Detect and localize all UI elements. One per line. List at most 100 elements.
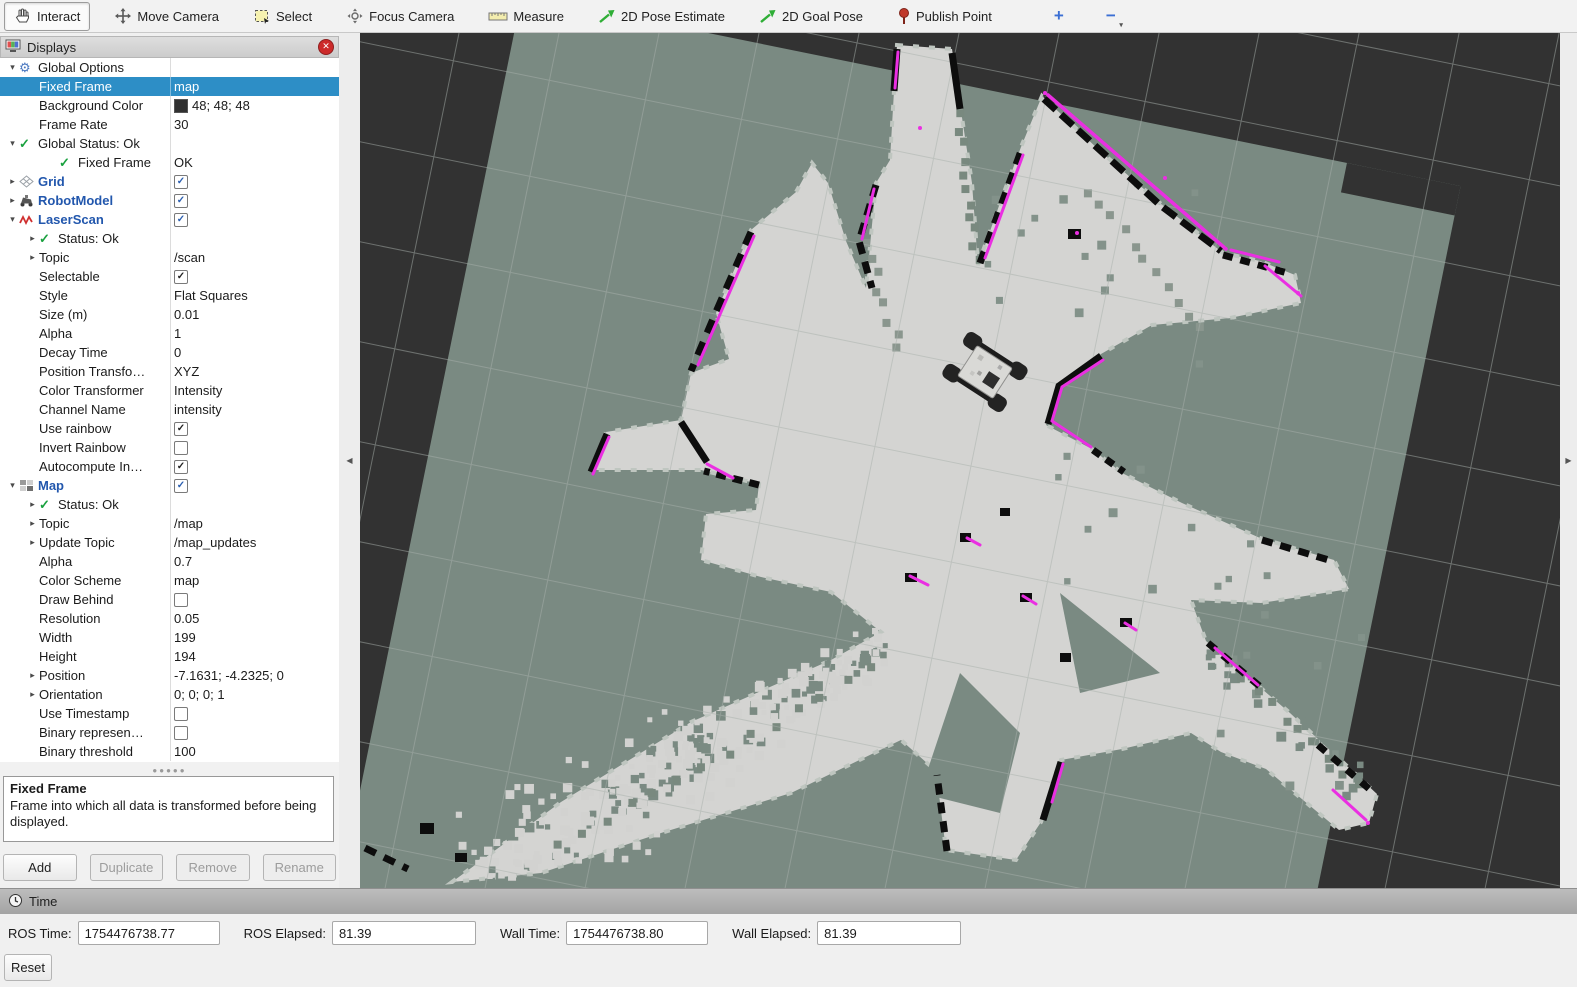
property-value-cell[interactable]: 0; 0; 0; 1 (170, 685, 339, 704)
tree-row-draw-behind[interactable]: Draw Behind (0, 590, 339, 609)
expander-right-icon[interactable]: ▸ (26, 670, 39, 681)
tree-row-style[interactable]: StyleFlat Squares (0, 286, 339, 305)
property-value-cell[interactable]: 100 (170, 742, 339, 761)
tree-row-channel-name[interactable]: Channel Nameintensity (0, 400, 339, 419)
property-value-cell[interactable]: XYZ (170, 362, 339, 381)
tree-row-color-transformer[interactable]: Color TransformerIntensity (0, 381, 339, 400)
expander-down-icon[interactable]: ▾ (6, 214, 19, 225)
property-value[interactable]: XYZ (174, 364, 199, 379)
tree-row-binary-represen[interactable]: Binary represen… (0, 723, 339, 742)
property-value[interactable]: 48; 48; 48 (192, 98, 250, 113)
tree-row-use-timestamp[interactable]: Use Timestamp (0, 704, 339, 723)
property-value[interactable]: 30 (174, 117, 188, 132)
tree-row-laserscan[interactable]: ▾LaserScan✓ (0, 210, 339, 229)
property-value[interactable]: 0 (174, 345, 181, 360)
tool-button-move-camera[interactable]: Move Camera (104, 2, 229, 31)
property-value[interactable]: Flat Squares (174, 288, 248, 303)
tree-row-global-options[interactable]: ▾⚙Global Options (0, 58, 339, 77)
expander-right-icon[interactable]: ▸ (26, 499, 39, 510)
tree-row-status-ok[interactable]: ▸✓Status: Ok (0, 229, 339, 248)
tree-row-update-topic[interactable]: ▸Update Topic/map_updates (0, 533, 339, 552)
tree-row-position[interactable]: ▸Position-7.1631; -4.2325; 0 (0, 666, 339, 685)
property-value[interactable]: Intensity (174, 383, 222, 398)
property-value[interactable]: OK (174, 155, 193, 170)
property-value-cell[interactable]: 0.05 (170, 609, 339, 628)
expander-down-icon[interactable]: ▾ (6, 138, 19, 149)
expander-right-icon[interactable]: ▸ (26, 689, 39, 700)
tree-row-decay-time[interactable]: Decay Time0 (0, 343, 339, 362)
property-value-cell[interactable]: map (170, 571, 339, 590)
tree-row-alpha[interactable]: Alpha0.7 (0, 552, 339, 571)
property-value-cell[interactable]: 0.01 (170, 305, 339, 324)
dropdown-arrow-icon[interactable]: ▾ (1119, 21, 1123, 29)
checkbox-checked[interactable]: ✓ (174, 460, 188, 474)
tree-row-invert-rainbow[interactable]: Invert Rainbow (0, 438, 339, 457)
reset-button[interactable]: Reset (4, 954, 52, 981)
tree-row-orientation[interactable]: ▸Orientation0; 0; 0; 1 (0, 685, 339, 704)
checkbox-unchecked[interactable] (174, 593, 188, 607)
tree-row-resolution[interactable]: Resolution0.05 (0, 609, 339, 628)
expander-right-icon[interactable]: ▸ (6, 195, 19, 206)
ros-elapsed-input[interactable]: 81.39 (332, 921, 476, 945)
panel-resize-handle[interactable]: ●●●●● (0, 766, 339, 774)
tool-button-goal-pose[interactable]: 2D Goal Pose (749, 2, 873, 31)
property-value-cell[interactable]: 0 (170, 343, 339, 362)
property-value[interactable]: -7.1631; -4.2325; 0 (174, 668, 284, 683)
property-value[interactable]: 199 (174, 630, 196, 645)
displays-panel-header[interactable]: Displays ✕ (0, 36, 339, 58)
tree-row-size-m[interactable]: Size (m)0.01 (0, 305, 339, 324)
property-value[interactable]: 0; 0; 0; 1 (174, 687, 225, 702)
property-value[interactable]: 0.05 (174, 611, 199, 626)
property-value-cell[interactable]: /map_updates (170, 533, 339, 552)
tree-row-height[interactable]: Height194 (0, 647, 339, 666)
tree-row-binary-threshold[interactable]: Binary threshold100 (0, 742, 339, 761)
property-value-cell[interactable]: 30 (170, 115, 339, 134)
expander-right-icon[interactable]: ▸ (26, 252, 39, 263)
property-value[interactable]: /map_updates (174, 535, 256, 550)
remove-tool-button[interactable]: −▾ (1098, 3, 1124, 29)
property-value-cell[interactable]: OK (170, 153, 339, 172)
checkbox-unchecked[interactable] (174, 707, 188, 721)
checkbox-checked[interactable]: ✓ (174, 270, 188, 284)
property-value[interactable]: 194 (174, 649, 196, 664)
property-value[interactable]: intensity (174, 402, 222, 417)
property-value[interactable]: /scan (174, 250, 205, 265)
checkbox-unchecked[interactable] (174, 726, 188, 740)
tree-row-alpha[interactable]: Alpha1 (0, 324, 339, 343)
wall-elapsed-input[interactable]: 81.39 (817, 921, 961, 945)
checkbox-checked[interactable]: ✓ (174, 479, 188, 493)
tree-row-color-scheme[interactable]: Color Schememap (0, 571, 339, 590)
tree-row-topic[interactable]: ▸Topic/scan (0, 248, 339, 267)
property-value-cell[interactable]: 199 (170, 628, 339, 647)
tool-button-select[interactable]: Select (243, 2, 322, 31)
expander-down-icon[interactable]: ▾ (6, 480, 19, 491)
tree-row-autocompute-in[interactable]: Autocompute In…✓ (0, 457, 339, 476)
expander-right-icon[interactable]: ▸ (26, 537, 39, 548)
property-value[interactable]: 1 (174, 326, 181, 341)
left-splitter-handle[interactable]: ◀ (339, 33, 360, 888)
property-value-cell[interactable]: /scan (170, 248, 339, 267)
property-value[interactable]: /map (174, 516, 203, 531)
tree-row-fixed-frame[interactable]: Fixed Framemap (0, 77, 339, 96)
checkbox-unchecked[interactable] (174, 441, 188, 455)
right-splitter-handle[interactable]: ▶ (1560, 33, 1577, 888)
property-value[interactable]: map (174, 79, 199, 94)
tool-button-pose-estimate[interactable]: 2D Pose Estimate (588, 2, 735, 31)
property-value-cell[interactable]: 0.7 (170, 552, 339, 571)
checkbox-checked[interactable]: ✓ (174, 194, 188, 208)
time-panel-header[interactable]: Time (0, 888, 1577, 914)
add-button[interactable]: Add (3, 854, 77, 881)
3d-viewport[interactable] (360, 33, 1560, 888)
property-value-cell[interactable]: -7.1631; -4.2325; 0 (170, 666, 339, 685)
tree-row-width[interactable]: Width199 (0, 628, 339, 647)
tree-row-position-transfo[interactable]: Position Transfo…XYZ (0, 362, 339, 381)
property-value-cell[interactable]: Flat Squares (170, 286, 339, 305)
tree-row-frame-rate[interactable]: Frame Rate30 (0, 115, 339, 134)
expander-right-icon[interactable]: ▸ (26, 518, 39, 529)
expander-down-icon[interactable]: ▾ (6, 62, 19, 73)
property-value-cell[interactable]: 1 (170, 324, 339, 343)
property-value-cell[interactable]: map (170, 77, 339, 96)
checkbox-checked[interactable]: ✓ (174, 175, 188, 189)
tool-button-interact[interactable]: Interact (4, 2, 90, 31)
tool-button-focus-camera[interactable]: Focus Camera (336, 2, 464, 31)
